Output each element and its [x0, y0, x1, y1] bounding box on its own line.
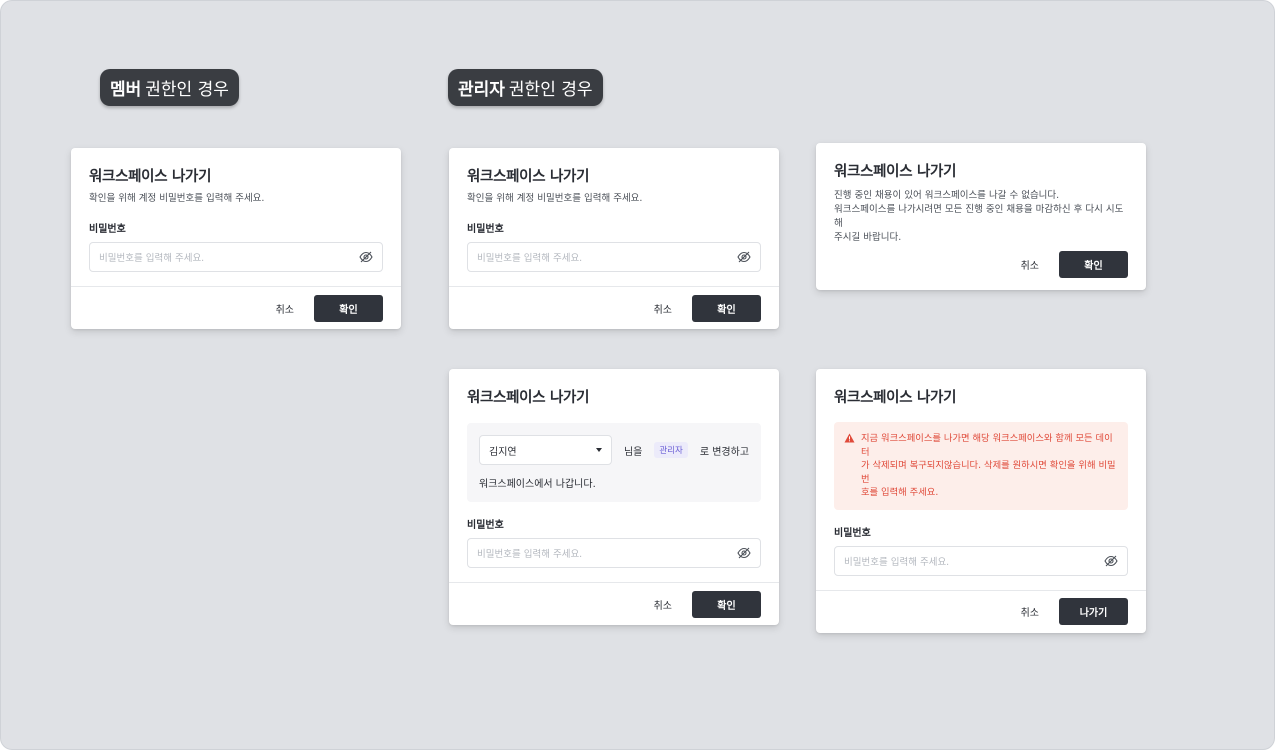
cancel-button[interactable]: 취소 — [272, 301, 298, 316]
modal-footer: 취소 확인 — [71, 287, 401, 329]
tag-text: 권한인 경우 — [508, 80, 593, 100]
modal-title: 워크스페이스 나가기 — [467, 169, 590, 185]
suffix-text: 님을 — [623, 446, 643, 458]
admin-leave-modal: 워크스페이스 나가기 확인을 위해 계정 비밀번호를 입력해 주세요. 비밀번호… — [449, 148, 779, 329]
password-input[interactable]: 비밀번호를 입력해 주세요. — [467, 242, 761, 272]
member-section-tag: 멤버 권한인 경우 — [100, 69, 239, 106]
password-placeholder: 비밀번호를 입력해 주세요. — [477, 549, 583, 560]
cancel-button[interactable]: 취소 — [650, 301, 676, 316]
warning-text: 지금 워크스페이스를 나가면 해당 워크스페이스와 함께 모든 데이터 가 삭제… — [861, 432, 1118, 500]
confirm-button[interactable]: 확인 — [1059, 250, 1128, 278]
cancel-button[interactable]: 취소 — [650, 597, 676, 612]
eye-off-icon[interactable] — [1104, 555, 1118, 567]
modal-footer: 취소 확인 — [449, 583, 779, 625]
tag-bold: 멤버 — [110, 80, 142, 100]
admin-blocked-modal: 워크스페이스 나가기 진행 중인 채용이 있어 워크스페이스를 나갈 수 없습니… — [816, 143, 1146, 290]
modal-description: 확인을 위해 계정 비밀번호를 입력해 주세요. — [467, 193, 643, 204]
password-placeholder: 비밀번호를 입력해 주세요. — [477, 253, 583, 264]
transfer-description: 워크스페이스에서 나갑니다. — [479, 479, 596, 490]
password-label: 비밀번호 — [467, 520, 504, 531]
warning-line: 가 삭제되며 복구되지않습니다. 삭제를 원하시면 확인을 위해 비밀번 — [861, 460, 1116, 485]
cancel-button[interactable]: 취소 — [1017, 257, 1043, 272]
password-label: 비밀번호 — [467, 224, 504, 235]
warning-triangle-icon — [844, 433, 855, 443]
leave-button[interactable]: 나가기 — [1059, 598, 1128, 625]
confirm-button[interactable]: 확인 — [314, 294, 383, 322]
modal-footer: 취소 확인 — [1017, 243, 1146, 285]
admin-section-tag: 관리자 권한인 경우 — [448, 69, 603, 106]
modal-title: 워크스페이스 나가기 — [467, 390, 590, 406]
modal-title: 워크스페이스 나가기 — [834, 164, 957, 180]
modal-footer: 취소 나가기 — [816, 591, 1146, 633]
modal-footer: 취소 확인 — [449, 287, 779, 329]
modal-description: 확인을 위해 계정 비밀번호를 입력해 주세요. — [89, 193, 265, 204]
modal-title: 워크스페이스 나가기 — [834, 390, 957, 406]
eye-off-icon[interactable] — [737, 251, 751, 263]
role-badge: 관리자 — [654, 442, 688, 458]
password-input[interactable]: 비밀번호를 입력해 주세요. — [89, 242, 383, 272]
password-placeholder: 비밀번호를 입력해 주세요. — [844, 556, 950, 568]
admin-transfer-modal: 워크스페이스 나가기 김지연 님을 관리자 로 변경하고 워크스페이스에서 나갑… — [449, 369, 779, 625]
warning-line: 지금 워크스페이스를 나가면 해당 워크스페이스와 함께 모든 데이터 — [861, 433, 1113, 458]
modal-title: 워크스페이스 나가기 — [89, 169, 212, 185]
password-input[interactable]: 비밀번호를 입력해 주세요. — [467, 538, 761, 568]
tag-bold: 관리자 — [458, 80, 505, 100]
suffix-text: 로 변경하고 — [699, 446, 750, 458]
modal-description: 진행 중인 채용이 있어 워크스페이스를 나갈 수 없습니다. 워크스페이스를 … — [834, 189, 1128, 245]
description-line: 진행 중인 채용이 있어 워크스페이스를 나갈 수 없습니다. — [834, 190, 1060, 201]
caret-down-icon — [595, 448, 602, 452]
member-select[interactable]: 김지연 — [479, 435, 612, 465]
password-label: 비밀번호 — [834, 527, 871, 539]
canvas: 멤버 권한인 경우 관리자 권한인 경우 워크스페이스 나가기 확인을 위해 계… — [0, 0, 1275, 750]
description-line: 워크스페이스를 나가시려면 모든 진행 중인 채용을 마감하신 후 다시 시도해 — [834, 204, 1124, 229]
password-placeholder: 비밀번호를 입력해 주세요. — [99, 253, 205, 264]
password-input[interactable]: 비밀번호를 입력해 주세요. — [834, 545, 1128, 576]
password-label: 비밀번호 — [89, 224, 126, 235]
transfer-panel: 김지연 님을 관리자 로 변경하고 워크스페이스에서 나갑니다. — [467, 423, 761, 502]
cancel-button[interactable]: 취소 — [1017, 604, 1043, 619]
tag-text: 권한인 경우 — [145, 80, 229, 100]
confirm-button[interactable]: 확인 — [692, 294, 761, 322]
warning-line: 호를 입력해 주세요. — [861, 487, 939, 498]
eye-off-icon[interactable] — [737, 547, 751, 559]
selected-member: 김지연 — [489, 446, 517, 458]
warning-panel: 지금 워크스페이스를 나가면 해당 워크스페이스와 함께 모든 데이터 가 삭제… — [834, 422, 1128, 510]
confirm-button[interactable]: 확인 — [692, 590, 761, 618]
member-leave-modal: 워크스페이스 나가기 확인을 위해 계정 비밀번호를 입력해 주세요. 비밀번호… — [71, 148, 401, 329]
admin-delete-modal: 워크스페이스 나가기 지금 워크스페이스를 나가면 해당 워크스페이스와 함께 … — [816, 369, 1146, 633]
eye-off-icon[interactable] — [359, 251, 373, 263]
